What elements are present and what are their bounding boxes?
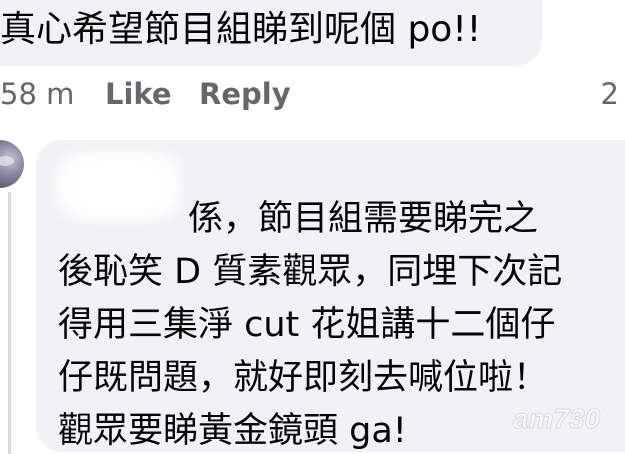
reply-text-line: 後恥笑 D 質素觀眾，同埋下次記: [58, 252, 563, 292]
avatar[interactable]: [0, 140, 24, 188]
am730-watermark-logo: am730: [513, 403, 601, 435]
reply-text-line: 得用三集淨 cut 花姐講十二個仔: [58, 305, 556, 345]
reaction-count[interactable]: 2: [601, 74, 619, 114]
like-button[interactable]: Like: [105, 74, 172, 114]
comment-actions: 58 m Like Reply 2: [0, 74, 625, 114]
comment-thread: 真心希望節目組睇到呢個 po!! 58 m Like Reply 2 係，節目組…: [0, 0, 625, 454]
reply-line-text: 係，節目組需要睇完之: [188, 199, 539, 239]
svg-text:am730: am730: [513, 403, 601, 434]
reply-button[interactable]: Reply: [199, 74, 291, 114]
comment-timestamp[interactable]: 58 m: [0, 74, 74, 114]
thread-connector-line: [8, 192, 11, 454]
avatar-image-detail: [0, 156, 14, 166]
top-comment-text: 真心希望節目組睇到呢個 po!!: [0, 9, 482, 50]
reply-text-line: 係，節目組需要睇完之: [58, 193, 625, 246]
